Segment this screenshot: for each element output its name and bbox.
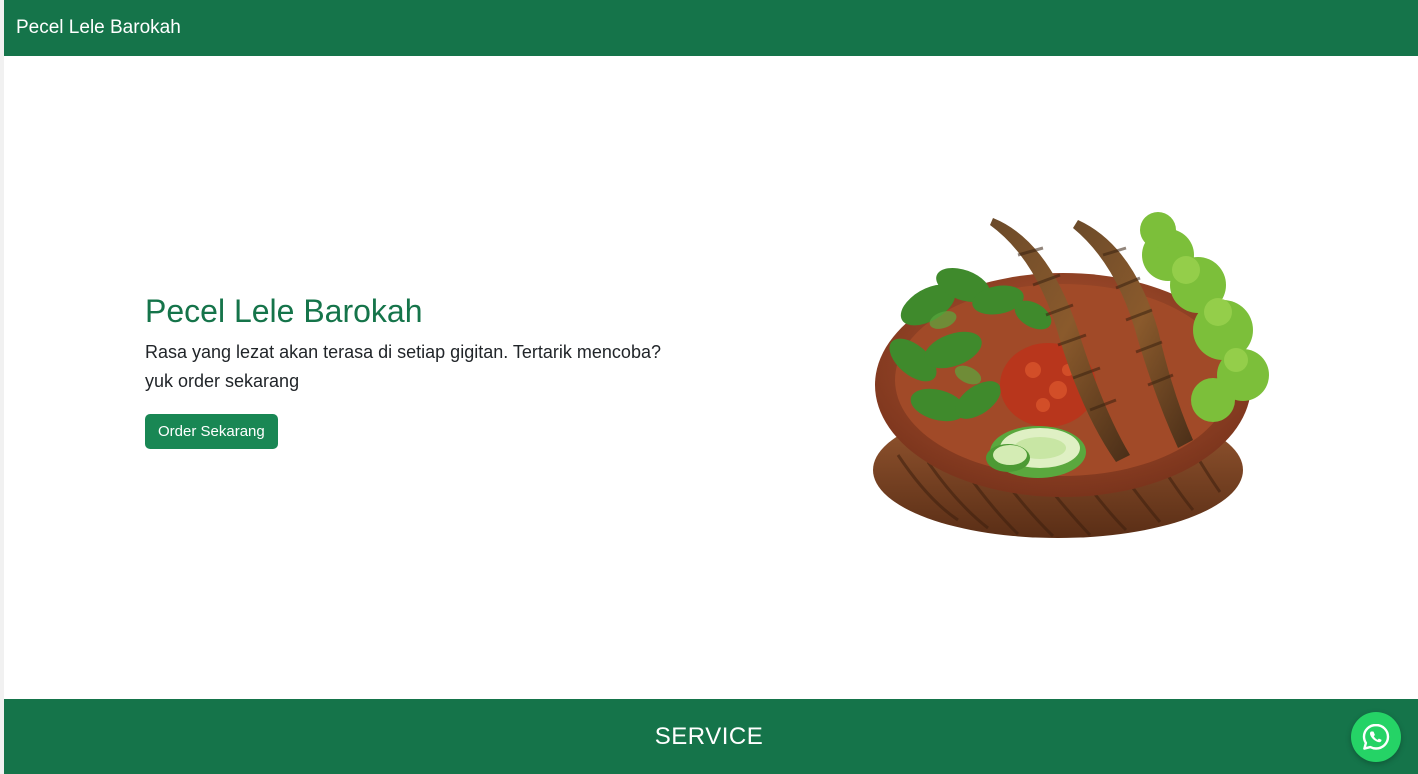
- pecel-lele-dish-image: [868, 200, 1278, 545]
- navbar: Pecel Lele Barokah: [4, 0, 1418, 56]
- hero-section: Pecel Lele Barokah Rasa yang lezat akan …: [145, 290, 705, 449]
- hero-description: Rasa yang lezat akan terasa di setiap gi…: [145, 338, 705, 396]
- hero-description-line2: yuk order sekarang: [145, 371, 300, 391]
- left-edge: [0, 0, 4, 774]
- navbar-brand[interactable]: Pecel Lele Barokah: [16, 17, 181, 39]
- whatsapp-button[interactable]: [1351, 712, 1401, 762]
- page: Pecel Lele Barokah Pecel Lele Barokah Ra…: [0, 0, 1418, 774]
- order-now-button[interactable]: Order Sekarang: [145, 414, 278, 449]
- hero-description-line1: Rasa yang lezat akan terasa di setiap gi…: [145, 342, 661, 362]
- whatsapp-icon: [1362, 723, 1390, 750]
- service-title: SERVICE: [654, 723, 764, 750]
- hero-title: Pecel Lele Barokah: [145, 293, 423, 329]
